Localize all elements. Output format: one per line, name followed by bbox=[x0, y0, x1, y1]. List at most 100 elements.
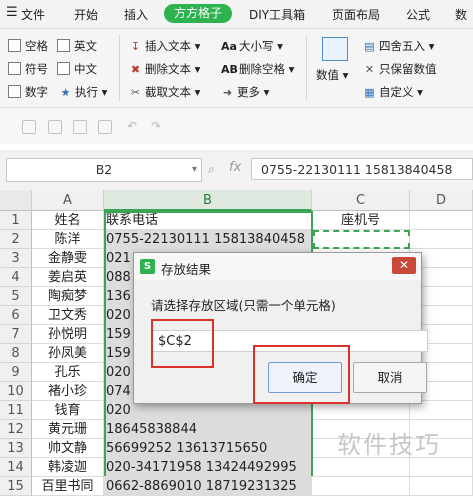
cell-b[interactable]: 18645838844 bbox=[104, 420, 312, 439]
row-header[interactable]: 6 bbox=[0, 306, 32, 325]
insert-text-button[interactable]: ↧ 插入文本 ▾ bbox=[129, 38, 201, 55]
quick-access-toolbar: ↶ ↷ bbox=[0, 108, 473, 144]
column-header-b[interactable]: B bbox=[104, 190, 312, 211]
undo-icon[interactable]: ↶ bbox=[127, 119, 137, 133]
menu-bar: ☰ 文件 开始 插入 方方格子 DIY工具箱 页面布局 公式 数 bbox=[0, 0, 473, 29]
row-header[interactable]: 13 bbox=[0, 439, 32, 458]
cell-a[interactable]: 姓名 bbox=[32, 211, 104, 230]
save-icon[interactable] bbox=[22, 120, 36, 134]
cell-c[interactable]: 座机号 bbox=[312, 211, 410, 230]
delete-space-button[interactable]: AB删除空格 ▾ bbox=[221, 61, 294, 78]
redo-icon[interactable]: ↷ bbox=[151, 119, 161, 133]
cell-a[interactable]: 黄元珊 bbox=[32, 420, 104, 439]
cell-a[interactable]: 帅文静 bbox=[32, 439, 104, 458]
dialog-titlebar[interactable]: S 存放结果 ✕ bbox=[134, 253, 421, 280]
menu-page-layout[interactable]: 页面布局 bbox=[332, 6, 380, 23]
case-button[interactable]: Aa 大小写 ▾ bbox=[221, 38, 283, 55]
extract-text-button[interactable]: ✂ 截取文本 ▾ bbox=[129, 84, 201, 101]
keep-numeric-button[interactable]: ✕ 只保留数值 bbox=[363, 61, 437, 78]
star-icon: ★ bbox=[60, 86, 71, 99]
checkbox-english[interactable]: 英文 bbox=[57, 38, 97, 54]
scissors-icon: ✂ bbox=[130, 86, 141, 99]
cell-a[interactable]: 金静雯 bbox=[32, 249, 104, 268]
cell-d[interactable] bbox=[410, 230, 473, 249]
row-header[interactable]: 4 bbox=[0, 268, 32, 287]
cell-a[interactable]: 卫文秀 bbox=[32, 306, 104, 325]
cell-a[interactable]: 孙悦明 bbox=[32, 325, 104, 344]
cell-b[interactable]: 联系电话 bbox=[104, 211, 312, 230]
column-header-c[interactable]: C bbox=[312, 190, 410, 211]
row-header[interactable]: 12 bbox=[0, 420, 32, 439]
custom-button[interactable]: ▦ 自定义 ▾ bbox=[363, 84, 423, 101]
execute-button[interactable]: ★ 执行 ▾ bbox=[59, 84, 108, 101]
cell-a[interactable]: 孙凤美 bbox=[32, 344, 104, 363]
round-icon: ▤ bbox=[364, 40, 375, 53]
menu-file[interactable]: 文件 bbox=[21, 6, 45, 23]
cell-b[interactable]: 0755-22130111 15813840458 bbox=[104, 230, 312, 249]
annotation-box-ok bbox=[253, 345, 350, 404]
checkbox-chinese[interactable]: 中文 bbox=[57, 61, 97, 77]
select-all-corner[interactable] bbox=[0, 190, 32, 211]
export-icon[interactable] bbox=[98, 120, 112, 134]
cell-b[interactable]: 0662-8869010 18719231325 bbox=[104, 477, 312, 496]
menu-data[interactable]: 数 bbox=[455, 6, 467, 23]
cell-a[interactable]: 韩凌迦 bbox=[32, 458, 104, 477]
menu-fangfang-tab[interactable]: 方方格子 bbox=[164, 4, 232, 23]
numeric-button[interactable]: 数值 ▾ bbox=[316, 67, 348, 83]
menu-home[interactable]: 开始 bbox=[74, 6, 98, 23]
menu-formula[interactable]: 公式 bbox=[406, 6, 430, 23]
cell-a[interactable]: 百里书同 bbox=[32, 477, 104, 496]
cell-a[interactable]: 陈洋 bbox=[32, 230, 104, 249]
hamburger-icon[interactable]: ☰ bbox=[6, 5, 18, 20]
row-header[interactable]: 8 bbox=[0, 344, 32, 363]
row-header[interactable]: 15 bbox=[0, 477, 32, 496]
formula-input[interactable]: 0755-22130111 15813840458 bbox=[251, 158, 473, 180]
cancel-button[interactable]: 取消 bbox=[353, 362, 427, 393]
close-icon[interactable]: ✕ bbox=[392, 257, 416, 274]
cell-c[interactable] bbox=[312, 230, 410, 249]
cell-a[interactable]: 钱育 bbox=[32, 401, 104, 420]
row-header[interactable]: 2 bbox=[0, 230, 32, 249]
menu-diy-toolbox[interactable]: DIY工具箱 bbox=[249, 6, 305, 23]
name-box[interactable]: B2 ▾ bbox=[6, 158, 202, 182]
print-preview-icon[interactable] bbox=[73, 120, 87, 134]
cell-a[interactable]: 褚小珍 bbox=[32, 382, 104, 401]
row-header[interactable]: 10 bbox=[0, 382, 32, 401]
ribbon: 空格 英文 符号 中文 数字 ★ 执行 ▾ ↧ 插入文本 ▾ ✖ 删除文本 ▾ ✂ 截取… bbox=[0, 29, 473, 108]
column-header-a[interactable]: A bbox=[32, 190, 104, 211]
delete-text-button[interactable]: ✖ 删除文本 ▾ bbox=[129, 61, 201, 78]
close-icon: ✕ bbox=[364, 63, 375, 76]
checkbox-number[interactable]: 数字 bbox=[8, 84, 48, 100]
delete-text-icon: ✖ bbox=[130, 63, 141, 76]
more-button[interactable]: ➜ 更多 ▾ bbox=[221, 84, 270, 101]
cell-d[interactable] bbox=[410, 211, 473, 230]
formula-bar: B2 ▾ ⌕ fx 0755-22130111 15813840458 bbox=[0, 150, 473, 190]
cell-c[interactable] bbox=[312, 477, 410, 496]
fx-icon[interactable]: fx bbox=[229, 160, 241, 175]
cell-c[interactable] bbox=[312, 458, 410, 477]
menu-insert[interactable]: 插入 bbox=[124, 6, 148, 23]
case-icon: Aa bbox=[221, 40, 237, 53]
cell-d[interactable] bbox=[410, 477, 473, 496]
cell-a[interactable]: 孔乐 bbox=[32, 363, 104, 382]
print-icon[interactable] bbox=[48, 120, 62, 134]
cell-a[interactable]: 姜启英 bbox=[32, 268, 104, 287]
cell-b[interactable]: 56699252 13613715650 bbox=[104, 439, 312, 458]
row-header[interactable]: 5 bbox=[0, 287, 32, 306]
zoom-icon[interactable]: ⌕ bbox=[208, 162, 215, 177]
cell-d[interactable] bbox=[410, 458, 473, 477]
row-header[interactable]: 3 bbox=[0, 249, 32, 268]
cell-b[interactable]: 020-34171958 13424492995 bbox=[104, 458, 312, 477]
wps-logo-icon: S bbox=[140, 259, 155, 274]
column-header-d[interactable]: D bbox=[410, 190, 473, 211]
row-header[interactable]: 1 bbox=[0, 211, 32, 230]
row-header[interactable]: 9 bbox=[0, 363, 32, 382]
dialog-title: 存放结果 bbox=[161, 262, 212, 277]
checkbox-symbol[interactable]: 符号 bbox=[8, 61, 48, 77]
row-header[interactable]: 7 bbox=[0, 325, 32, 344]
cell-a[interactable]: 陶痴梦 bbox=[32, 287, 104, 306]
row-header[interactable]: 14 bbox=[0, 458, 32, 477]
checkbox-space[interactable]: 空格 bbox=[8, 38, 48, 54]
round-button[interactable]: ▤ 四舍五入 ▾ bbox=[363, 38, 434, 55]
row-header[interactable]: 11 bbox=[0, 401, 32, 420]
